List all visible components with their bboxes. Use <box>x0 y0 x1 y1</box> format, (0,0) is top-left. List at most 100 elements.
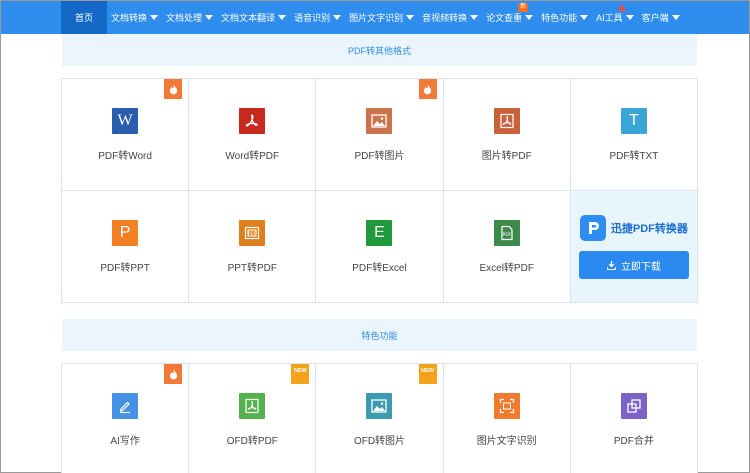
tool-image-to-pdf[interactable]: 图片转PDF <box>443 79 571 191</box>
app-logo <box>579 215 606 241</box>
tool-ofd-to-pdf[interactable]: NEW OFD转PDF <box>189 364 317 473</box>
brand: 迅捷PDF转换器 <box>579 215 688 241</box>
nav-doc-process[interactable]: 文档处理 <box>162 1 217 34</box>
caret-down-icon <box>333 15 342 20</box>
tool-ai-writing[interactable]: AI写作 <box>62 364 190 473</box>
hot-badge <box>418 79 437 99</box>
svg-text:PDF: PDF <box>502 232 511 238</box>
tool-label: PDF合并 <box>613 435 654 447</box>
tool-image-ocr[interactable]: 图片文字识别 <box>443 364 571 473</box>
nav-home-label: 首页 <box>75 13 94 23</box>
tool-pdf-to-txt[interactable]: T PDF转TXT <box>570 79 698 191</box>
pdf-tools-grid: W PDF转Word Word转PDF PDF转图片 图片转PDF T PDF转… <box>61 78 698 303</box>
top-nav: 首页 文档转换 文档处理 文档文本翻译 语音识别 图片文字识别 音视频转换 论文… <box>1 1 749 34</box>
tool-label: Excel转PDF <box>479 262 534 274</box>
tool-word-to-pdf[interactable]: Word转PDF <box>189 79 317 191</box>
tool-label: PDF转图片 <box>354 150 405 162</box>
flame-icon <box>423 83 432 94</box>
ocr-icon <box>493 392 520 419</box>
section-title: PDF转其他格式 <box>347 45 411 56</box>
nav-doc-convert[interactable]: 文档转换 <box>107 1 162 34</box>
flame-icon <box>169 83 177 94</box>
text-icon: T <box>620 107 647 134</box>
download-icon <box>606 260 616 270</box>
hot-triangle-icon <box>618 4 627 11</box>
new-badge-label: NEW <box>421 368 435 374</box>
tool-ppt-to-pdf[interactable]: PDF PPT转PDF <box>189 191 317 303</box>
section-title-features: 特色功能 <box>62 319 697 351</box>
caret-down-icon <box>625 15 634 20</box>
tool-pdf-to-ppt[interactable]: P PDF转PPT <box>62 191 190 303</box>
caret-down-icon <box>671 15 680 20</box>
edit-icon <box>112 392 139 419</box>
tool-label: PDF转PPT <box>100 262 150 274</box>
caret-down-icon <box>150 15 159 20</box>
nav-label: AI工具 <box>596 13 623 23</box>
tool-label: AI写作 <box>110 435 140 447</box>
tool-pdf-to-word[interactable]: W PDF转Word <box>62 79 190 191</box>
nav-label: 文档转换 <box>111 13 148 23</box>
ppt-pdf-icon: PDF <box>239 219 266 246</box>
nav-label: 语音识别 <box>294 13 331 23</box>
pdf-icon <box>493 107 520 134</box>
nav-label: 文档文本翻译 <box>221 13 276 23</box>
tool-pdf-to-excel[interactable]: E PDF转Excel <box>316 191 444 303</box>
tool-label: PDF转Excel <box>352 262 407 274</box>
svg-text:PDF: PDF <box>248 231 256 236</box>
tool-label: OFD转PDF <box>226 435 278 447</box>
ofd-image-icon <box>366 392 393 419</box>
caret-down-icon <box>525 15 534 20</box>
download-label: 立即下载 <box>620 261 661 273</box>
flame-icon <box>169 368 177 379</box>
nav-speech[interactable]: 语音识别 <box>290 1 345 34</box>
word-icon: W <box>112 107 139 134</box>
tool-ofd-to-image[interactable]: NEW OFD转图片 <box>316 364 444 473</box>
tool-label: 图片文字识别 <box>476 435 537 447</box>
tool-label: PDF转TXT <box>609 150 659 162</box>
section-title: 特色功能 <box>361 330 398 341</box>
tool-label: PPT转PDF <box>227 262 278 274</box>
nav-label: 论文查重 <box>486 13 523 23</box>
new-badge: NEW <box>418 364 437 384</box>
caret-down-icon <box>470 15 479 20</box>
tool-label: OFD转图片 <box>353 435 406 447</box>
merge-icon <box>620 392 647 419</box>
nav-home[interactable]: 首页 <box>61 1 108 34</box>
brand-name: 迅捷PDF转换器 <box>610 223 688 235</box>
nav-av-convert[interactable]: 音视频转换 <box>418 1 482 34</box>
nav-doc-translate[interactable]: 文档文本翻译 <box>217 1 290 34</box>
nav-ocr[interactable]: 图片文字识别 <box>345 1 418 34</box>
caret-down-icon <box>580 15 589 20</box>
tool-label: PDF转Word <box>98 150 152 162</box>
nav-label: 特色功能 <box>541 13 578 23</box>
nav-label: 图片文字识别 <box>349 13 404 23</box>
caret-down-icon <box>205 15 214 20</box>
tool-label: 图片转PDF <box>481 150 532 162</box>
tool-label: Word转PDF <box>225 150 280 162</box>
image-icon <box>366 107 393 134</box>
excel-icon: E <box>366 219 393 246</box>
hot-badge <box>164 364 183 384</box>
nav-label: 音视频转换 <box>422 13 468 23</box>
nav-ai-tools[interactable]: AI工具 <box>592 1 638 34</box>
tool-pdf-merge[interactable]: PDF合并 <box>570 364 698 473</box>
nav-features[interactable]: 特色功能 <box>537 1 592 34</box>
caret-down-icon <box>406 15 415 20</box>
nav-label: 文档处理 <box>166 13 203 23</box>
promo-card: 迅捷PDF转换器 立即下载 <box>570 191 698 303</box>
nav-client[interactable]: 客户端 <box>638 1 684 34</box>
tool-pdf-to-image[interactable]: PDF转图片 <box>316 79 444 191</box>
section-title-pdf-convert: PDF转其他格式 <box>62 34 697 66</box>
nav-paper-check[interactable]: 论文查重新 <box>482 1 537 34</box>
nav-label: 客户端 <box>641 13 669 23</box>
caret-down-icon <box>278 15 287 20</box>
hot-badge <box>164 79 183 99</box>
ppt-icon: P <box>112 219 139 246</box>
tool-excel-to-pdf[interactable]: PDF Excel转PDF <box>443 191 571 303</box>
download-button[interactable]: 立即下载 <box>578 251 689 279</box>
new-badge-label: NEW <box>293 368 307 374</box>
new-badge: 新 <box>518 3 529 12</box>
pdf-icon <box>239 107 266 134</box>
new-badge: NEW <box>291 364 310 384</box>
excel-pdf-icon: PDF <box>493 219 520 246</box>
